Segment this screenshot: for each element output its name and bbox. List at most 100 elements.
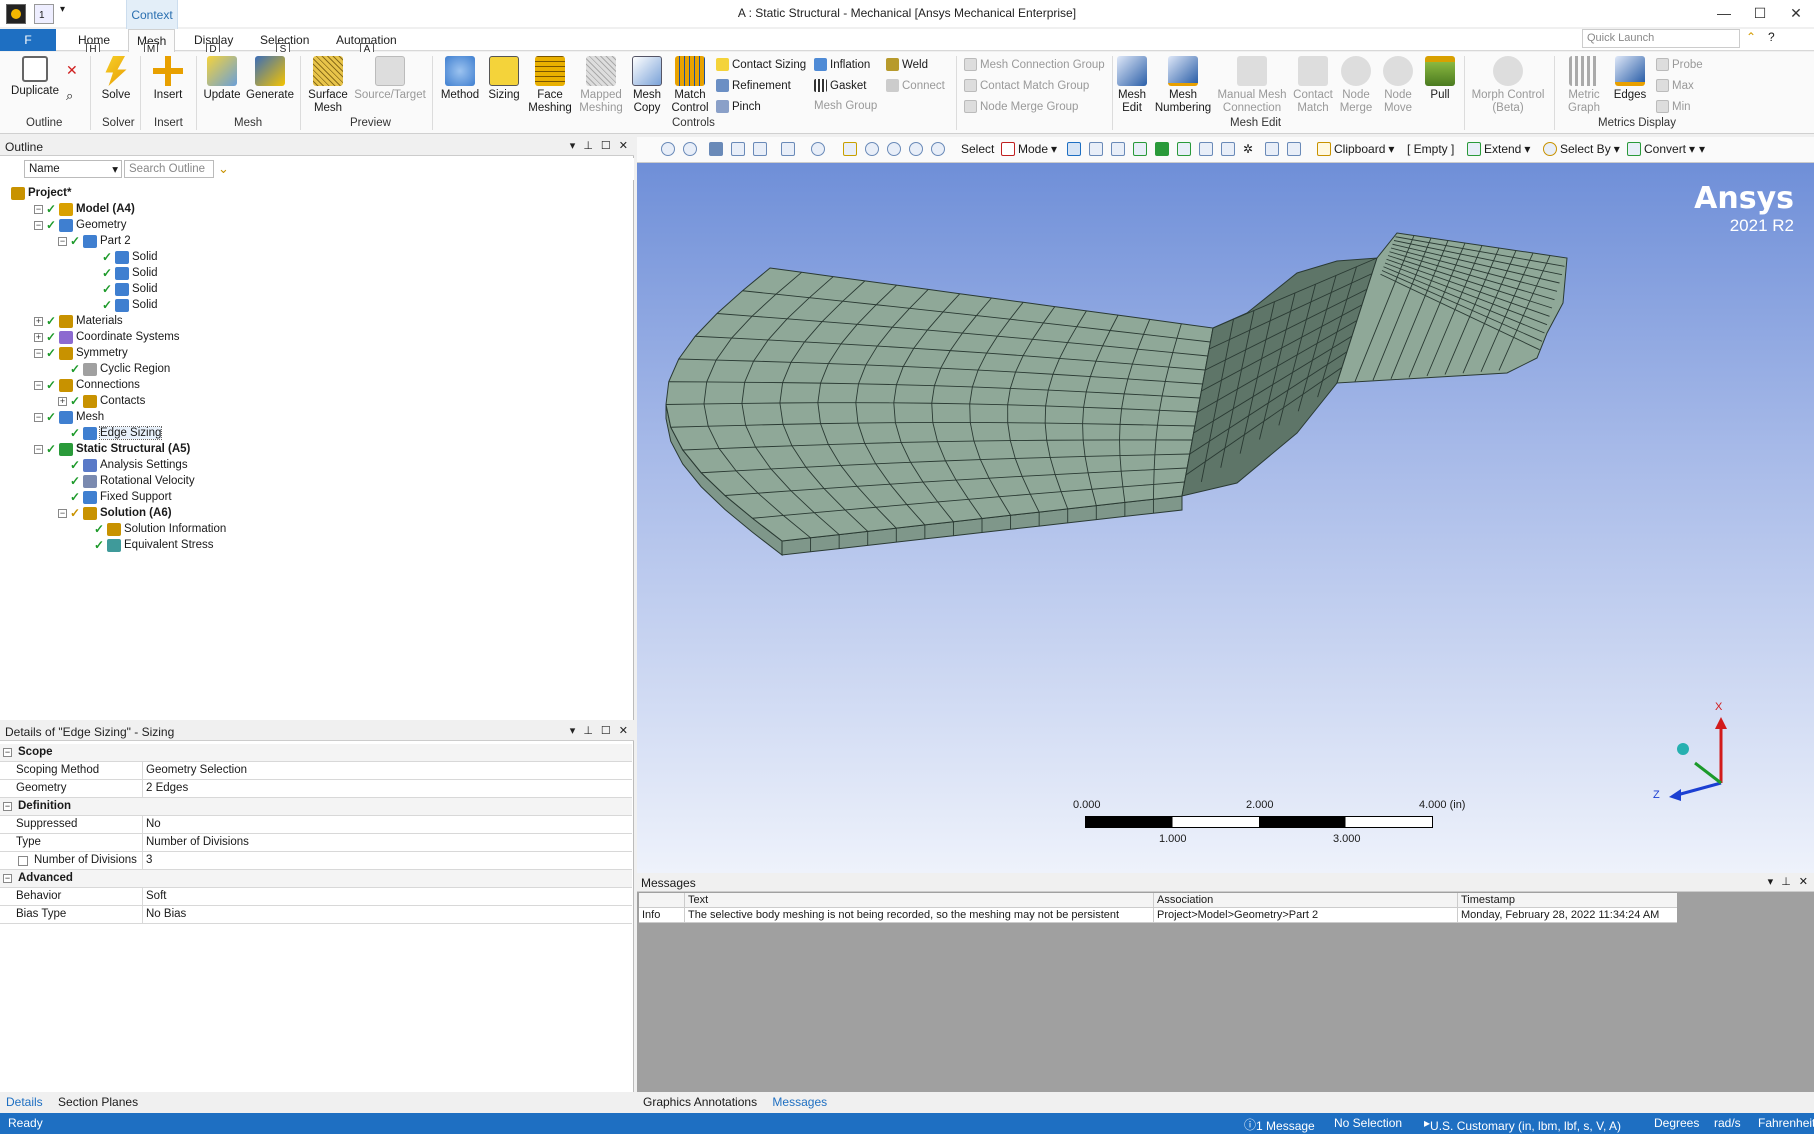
- source-target-button[interactable]: Source/Target: [352, 56, 428, 102]
- property-value[interactable]: 3: [146, 854, 152, 866]
- help-icon[interactable]: ?: [1768, 30, 1775, 44]
- collapse-icon[interactable]: −: [3, 802, 12, 811]
- weld-button[interactable]: Weld: [886, 58, 928, 71]
- tree-node[interactable]: − ✓ Model (A4): [34, 201, 135, 217]
- panel-maximize-icon[interactable]: ☐: [601, 724, 611, 737]
- tree-node[interactable]: − ✓ Connections: [34, 377, 140, 393]
- tree-node[interactable]: Project*: [8, 185, 71, 201]
- collapse-icon[interactable]: −: [3, 748, 12, 757]
- tree-node[interactable]: + ✓ Coordinate Systems: [34, 329, 180, 345]
- zoom-out-icon[interactable]: [683, 142, 697, 156]
- tree-node[interactable]: ✓ Solution Information: [82, 521, 226, 537]
- details-row[interactable]: Number of Divisions 3: [0, 852, 632, 870]
- select-button[interactable]: Select: [961, 142, 994, 156]
- select-by-dropdown[interactable]: Select By ▾: [1543, 142, 1620, 156]
- tree-node[interactable]: − ✓ Geometry: [34, 217, 127, 233]
- max-button[interactable]: Max: [1656, 79, 1694, 92]
- gasket-button[interactable]: Gasket: [814, 79, 866, 92]
- tree-node[interactable]: − ✓ Mesh: [34, 409, 104, 425]
- select-body-icon[interactable]: [1133, 142, 1147, 156]
- contact-match-group-button[interactable]: Contact Match Group: [964, 79, 1089, 92]
- mesh-edit-button[interactable]: Mesh Edit: [1114, 56, 1150, 115]
- tree-node[interactable]: ✓ Solid: [90, 249, 158, 265]
- tree-node[interactable]: ✓ Solid: [90, 265, 158, 281]
- select-element-icon[interactable]: [1177, 142, 1191, 156]
- panel-dropdown-icon[interactable]: ▾: [570, 139, 576, 152]
- property-value[interactable]: Number of Divisions: [146, 836, 249, 848]
- zoom-in-icon[interactable]: [661, 142, 675, 156]
- shaded-view-icon[interactable]: [731, 142, 745, 156]
- toolbar-overflow-icon[interactable]: ▾: [1699, 142, 1705, 156]
- tree-node[interactable]: ✓ Solid: [90, 297, 158, 313]
- tree-node[interactable]: + ✓ Materials: [34, 313, 123, 329]
- panel-maximize-icon[interactable]: ☐: [601, 139, 611, 152]
- pinch-button[interactable]: Pinch: [716, 100, 761, 113]
- mesh-numbering-button[interactable]: Mesh Numbering: [1152, 56, 1214, 115]
- property-value[interactable]: No: [146, 818, 161, 830]
- collapse-icon[interactable]: −: [3, 874, 12, 883]
- tree-node[interactable]: − ✓ Solution (A6): [58, 505, 172, 521]
- node-move-button[interactable]: Node Move: [1378, 56, 1418, 115]
- details-section[interactable]: − Scope: [0, 744, 632, 762]
- message-row[interactable]: Info The selective body meshing is not b…: [639, 908, 1677, 923]
- box-zoom-icon[interactable]: [781, 142, 795, 156]
- expand-icon[interactable]: +: [58, 396, 67, 406]
- details-row[interactable]: Type Number of Divisions: [0, 834, 632, 852]
- panel-close-icon[interactable]: ✕: [1799, 875, 1808, 888]
- explode-icon[interactable]: ✲: [1243, 142, 1257, 156]
- filter-options-icon[interactable]: ⌄: [218, 161, 229, 177]
- select-extra-icon[interactable]: [1287, 142, 1301, 156]
- context-tab[interactable]: Context: [126, 0, 178, 29]
- col-text[interactable]: Text: [688, 894, 708, 906]
- magnifier-icon[interactable]: [909, 142, 923, 156]
- graphics-viewport[interactable]: Ansys 2021 R2 0.000 2.000 4.000 (in) 1.0…: [637, 163, 1814, 873]
- collapse-icon[interactable]: −: [58, 508, 67, 518]
- tree-node[interactable]: ✓ Equivalent Stress: [82, 537, 214, 553]
- property-value[interactable]: Soft: [146, 890, 166, 902]
- status-messages[interactable]: ⓘ 1 Message: [1244, 1116, 1315, 1133]
- expand-icon[interactable]: +: [34, 316, 43, 326]
- tree-node[interactable]: − ✓ Symmetry: [34, 345, 128, 361]
- extend-dropdown[interactable]: Extend ▾: [1467, 142, 1530, 156]
- collapse-icon[interactable]: −: [34, 204, 43, 214]
- surface-mesh-button[interactable]: Surface Mesh: [304, 56, 352, 115]
- status-units[interactable]: ▸ U.S. Customary (in, lbm, lbf, s, V, A): [1424, 1116, 1621, 1133]
- select-edge-icon[interactable]: [1089, 142, 1103, 156]
- panel-dropdown-icon[interactable]: ▾: [1768, 875, 1774, 888]
- mesh-top-face[interactable]: [665, 267, 1214, 542]
- metric-graph-button[interactable]: Metric Graph: [1558, 56, 1610, 115]
- details-section[interactable]: − Definition: [0, 798, 632, 816]
- property-value[interactable]: No Bias: [146, 908, 186, 920]
- morph-control-button[interactable]: Morph Control (Beta): [1466, 56, 1550, 115]
- wireframe-icon[interactable]: [753, 142, 767, 156]
- panel-close-icon[interactable]: ✕: [619, 724, 628, 737]
- col-timestamp[interactable]: Timestamp: [1461, 894, 1515, 906]
- update-button[interactable]: Update: [200, 56, 244, 102]
- details-row[interactable]: Bias Type No Bias: [0, 906, 632, 924]
- coordinate-triad[interactable]: X Z: [1637, 695, 1757, 815]
- min-button[interactable]: Min: [1656, 100, 1691, 113]
- collapse-icon[interactable]: −: [34, 380, 43, 390]
- select-face-icon[interactable]: [1111, 142, 1125, 156]
- connect-button[interactable]: Connect: [886, 79, 945, 92]
- tree-node[interactable]: ✓ Analysis Settings: [58, 457, 188, 473]
- quick-launch-input[interactable]: Quick Launch: [1582, 29, 1740, 48]
- select-elem-body-icon[interactable]: [1221, 142, 1235, 156]
- col-association[interactable]: Association: [1157, 894, 1213, 906]
- parameter-checkbox[interactable]: [18, 856, 28, 866]
- tree-node[interactable]: ✓ Cyclic Region: [58, 361, 170, 377]
- select-mesh-icon[interactable]: [1265, 142, 1279, 156]
- match-control-button[interactable]: Match Control: [668, 56, 712, 115]
- minimize-icon[interactable]: —: [1706, 0, 1742, 27]
- probe-button[interactable]: Probe: [1656, 58, 1703, 71]
- tab-messages[interactable]: Messages: [772, 1095, 827, 1109]
- details-row[interactable]: Behavior Soft: [0, 888, 632, 906]
- select-elem-face-icon[interactable]: [1199, 142, 1213, 156]
- find-icon[interactable]: ⌕: [66, 88, 73, 104]
- collapse-icon[interactable]: −: [34, 412, 43, 422]
- details-row[interactable]: Suppressed No: [0, 816, 632, 834]
- select-node-icon[interactable]: [1155, 142, 1169, 156]
- manual-mesh-connection-button[interactable]: Manual Mesh Connection: [1216, 56, 1288, 115]
- method-button[interactable]: Method: [436, 56, 484, 102]
- mapped-meshing-button[interactable]: Mapped Meshing: [576, 56, 626, 115]
